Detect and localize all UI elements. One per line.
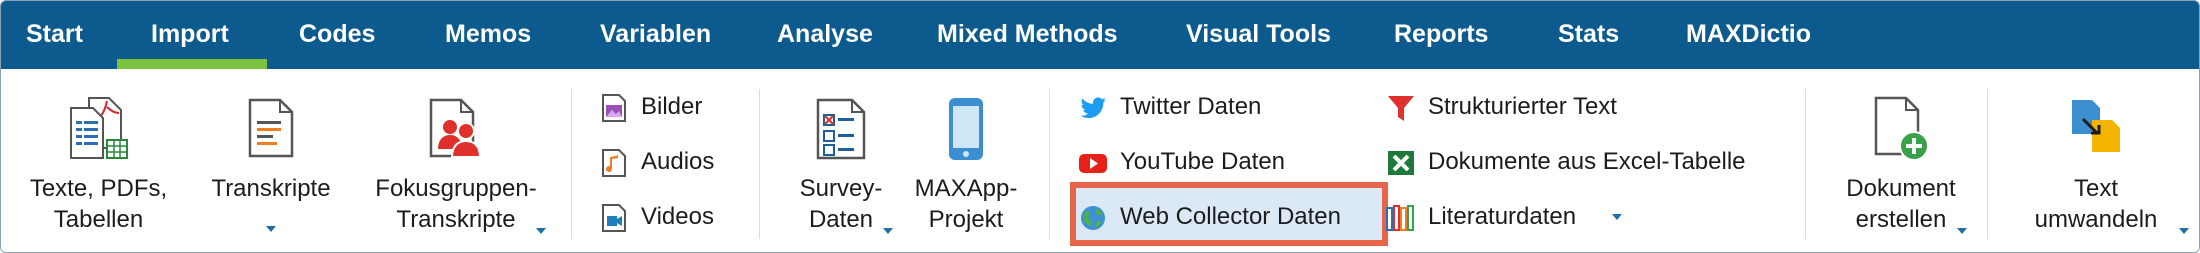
import-bilder-button[interactable]: Bilder [599, 87, 739, 127]
texte-label-line2: Tabellen [53, 206, 144, 233]
survey-label-line1: Survey- [799, 175, 883, 202]
literaturdaten-label: Literaturdaten [1428, 203, 1577, 230]
maxapp-label-line2: Projekt [928, 206, 1004, 233]
fokus-label-line1: Fokusgruppen- [375, 175, 537, 202]
videos-label: Videos [641, 203, 714, 230]
chevron-down-icon [1957, 228, 1967, 234]
tab-codes[interactable]: Codes [299, 1, 375, 69]
dokument-label-line1: Dokument [1846, 175, 1956, 202]
import-videos-button[interactable]: Videos [599, 197, 739, 237]
chevron-down-icon [536, 228, 546, 234]
tab-reports[interactable]: Reports [1394, 1, 1488, 69]
youtube-icon [1079, 154, 1107, 173]
audio-file-icon [602, 149, 626, 177]
ribbon-separator [571, 89, 572, 239]
documents-pdf-table-icon [70, 97, 128, 159]
smartphone-icon [949, 98, 983, 160]
tab-analyse[interactable]: Analyse [777, 1, 873, 69]
ribbon-separator [1805, 89, 1806, 239]
active-tab-indicator [117, 59, 267, 69]
tab-variablen[interactable]: Variablen [600, 1, 711, 69]
web-collector-highlight-border [1070, 182, 1388, 246]
import-audios-button[interactable]: Audios [599, 142, 739, 182]
tab-mixed-methods[interactable]: Mixed Methods [937, 1, 1118, 69]
import-twitter-daten-button[interactable]: Twitter Daten [1078, 87, 1378, 127]
twitter-icon [1080, 97, 1106, 118]
video-file-icon [602, 204, 626, 232]
chevron-down-icon [1612, 214, 1622, 220]
excel-label: Dokumente aus Excel-Tabelle [1428, 148, 1746, 175]
tab-start[interactable]: Start [26, 1, 83, 69]
import-survey-daten-button[interactable]: Survey- Daten [781, 91, 901, 241]
transcript-icon [248, 98, 294, 158]
tab-visual-tools[interactable]: Visual Tools [1186, 1, 1331, 69]
strukturierter-text-label: Strukturierter Text [1428, 93, 1617, 120]
ribbon-tab-bar: Start Import Codes Memos Variablen Analy… [1, 1, 2199, 69]
bilder-label: Bilder [641, 93, 703, 120]
audios-label: Audios [641, 148, 715, 175]
tab-memos[interactable]: Memos [445, 1, 531, 69]
survey-form-icon [816, 98, 866, 160]
books-icon [1386, 205, 1414, 231]
transkripte-label: Transkripte [211, 175, 331, 202]
import-youtube-daten-button[interactable]: YouTube Daten [1078, 142, 1378, 182]
image-file-icon [602, 94, 626, 122]
textumwandeln-label-line2: umwandeln [2034, 206, 2158, 233]
tab-maxdictio[interactable]: MAXDictio [1686, 1, 1811, 69]
chevron-down-icon [883, 228, 893, 234]
new-document-icon [1874, 96, 1929, 161]
twitter-label: Twitter Daten [1120, 93, 1262, 120]
focus-group-transcript-icon [429, 98, 482, 158]
dokument-erstellen-button[interactable]: Dokument erstellen [1816, 91, 1986, 241]
import-strukturierter-text-button[interactable]: Strukturierter Text [1386, 87, 1806, 127]
text-umwandeln-button[interactable]: Text umwandeln [2011, 91, 2189, 241]
import-transkripte-button[interactable]: Transkripte [196, 91, 346, 241]
convert-text-icon [2072, 100, 2120, 152]
excel-icon [1388, 151, 1414, 175]
import-literaturdaten-button[interactable]: Literaturdaten [1386, 197, 1626, 237]
youtube-label: YouTube Daten [1120, 148, 1286, 175]
fokus-label-line2: Transkripte [396, 206, 516, 233]
import-maxapp-projekt-button[interactable]: MAXApp- Projekt [901, 91, 1031, 241]
textumwandeln-label-line1: Text [2073, 175, 2118, 202]
tab-stats[interactable]: Stats [1558, 1, 1619, 69]
maxapp-label-line1: MAXApp- [914, 175, 1018, 202]
chevron-down-icon [266, 226, 276, 232]
ribbon-separator [759, 89, 760, 239]
import-fokusgruppen-button[interactable]: Fokusgruppen- Transkripte [356, 91, 556, 241]
import-texte-button[interactable]: Texte, PDFs, Tabellen [11, 91, 186, 241]
app-window: Start Import Codes Memos Variablen Analy… [0, 0, 2200, 253]
chevron-down-icon [2179, 228, 2189, 234]
import-excel-tabelle-button[interactable]: Dokumente aus Excel-Tabelle [1386, 142, 1806, 182]
ribbon-separator [1987, 89, 1988, 239]
texte-label-line1: Texte, PDFs, [29, 175, 168, 202]
funnel-icon [1388, 96, 1414, 121]
ribbon-separator [1049, 89, 1050, 239]
